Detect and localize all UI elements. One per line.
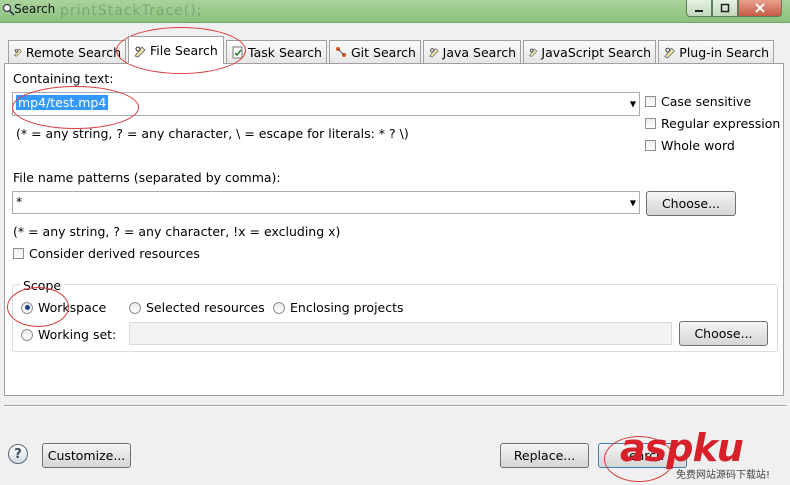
working-set-choose-button[interactable]: Choose... — [679, 321, 768, 346]
working-set-field[interactable] — [129, 322, 672, 345]
scope-enclosing-radio[interactable]: Enclosing projects — [273, 300, 404, 315]
button-label: Choose... — [694, 326, 753, 341]
tab-label: Java Search — [442, 44, 516, 60]
title-bar: Search printStackTrace(); — [0, 0, 790, 23]
button-label: Customize... — [47, 448, 126, 463]
derived-resources-checkbox[interactable]: Consider derived resources — [13, 246, 200, 261]
patterns-choose-button[interactable]: Choose... — [646, 191, 736, 216]
minimize-button[interactable] — [686, 0, 712, 17]
git-search-icon — [336, 47, 346, 57]
task-search-icon — [232, 46, 243, 59]
containing-text-hint: (* = any string, ? = any character, \ = … — [16, 126, 409, 141]
tab-file-search[interactable]: File Search — [128, 36, 224, 64]
scope-working-set-radio[interactable]: Working set: — [21, 327, 116, 342]
watermark-subtitle: 免费网站源码下载站! — [676, 470, 771, 481]
radio-label: Workspace — [38, 300, 107, 315]
checkbox-label: Whole word — [661, 138, 735, 153]
radio-circle[interactable] — [129, 301, 141, 314]
button-label: Replace... — [513, 448, 576, 463]
file-patterns-combo[interactable]: * ▼ — [12, 191, 640, 214]
tab-javascript-search[interactable]: JavaScript Search — [523, 40, 656, 63]
tab-label: Plug-in Search — [679, 44, 769, 60]
checkbox-box[interactable] — [645, 96, 656, 107]
customize-button[interactable]: Customize... — [42, 443, 131, 468]
search-tabs: Remote Search File Search Task Search Gi… — [4, 36, 784, 64]
containing-text-label: Containing text: — [13, 71, 114, 86]
containing-text-value[interactable]: mp4/test.mp4 — [16, 95, 109, 110]
maximize-button[interactable] — [712, 0, 738, 17]
watermark-logo: aspku 免费网站源码下载站! — [614, 426, 790, 485]
replace-button[interactable]: Replace... — [500, 443, 589, 468]
close-icon — [755, 3, 765, 13]
tab-remote-search[interactable]: Remote Search — [8, 40, 126, 63]
scope-workspace-radio[interactable]: Workspace — [21, 300, 106, 315]
radio-circle[interactable] — [273, 301, 285, 314]
window-title: Search — [14, 2, 56, 16]
close-button[interactable] — [738, 0, 782, 17]
dropdown-arrow-icon[interactable]: ▼ — [630, 100, 636, 109]
tab-plugin-search[interactable]: Plug-in Search — [658, 40, 774, 63]
whole-word-checkbox[interactable]: Whole word — [645, 138, 735, 153]
minimize-icon — [695, 10, 703, 12]
tab-java-search[interactable]: Java Search — [423, 40, 521, 63]
tab-label: JavaScript Search — [541, 44, 651, 60]
checkbox-box[interactable] — [13, 248, 24, 259]
radio-circle[interactable] — [21, 301, 33, 314]
help-icon: ? — [14, 446, 22, 462]
file-patterns-value[interactable]: * — [16, 194, 22, 209]
file-patterns-hint: (* = any string, ? = any character, !x =… — [13, 224, 341, 239]
tab-git-search[interactable]: Git Search — [329, 40, 421, 63]
background-ghost-text: printStackTrace(); — [60, 3, 203, 19]
checkbox-label: Regular expression — [661, 116, 781, 131]
scope-selected-radio[interactable]: Selected resources — [129, 300, 265, 315]
checkbox-box[interactable] — [645, 118, 656, 129]
window-controls — [686, 0, 782, 17]
tab-label: Git Search — [351, 44, 416, 60]
file-patterns-label: File name patterns (separated by comma): — [13, 170, 281, 185]
maximize-icon — [720, 3, 730, 13]
footer-separator — [4, 405, 786, 407]
java-search-icon — [428, 48, 439, 58]
dropdown-arrow-icon[interactable]: ▼ — [630, 198, 636, 207]
tab-label: Task Search — [248, 44, 322, 60]
watermark-brand: aspku — [620, 426, 744, 470]
tab-task-search[interactable]: Task Search — [226, 40, 327, 63]
containing-text-combo[interactable]: mp4/test.mp4 ▼ — [12, 92, 640, 116]
tab-label: Remote Search — [25, 44, 121, 60]
checkbox-label: Case sensitive — [661, 94, 752, 109]
plugin-search-icon — [664, 47, 676, 59]
button-label: Choose... — [661, 196, 721, 211]
radio-label: Enclosing projects — [290, 300, 404, 315]
radio-circle[interactable] — [21, 328, 33, 341]
radio-label: Selected resources — [146, 300, 265, 315]
checkbox-label: Consider derived resources — [29, 246, 200, 261]
radio-label: Working set: — [38, 327, 117, 342]
javascript-search-icon — [528, 48, 538, 57]
scope-title: Scope — [20, 278, 65, 293]
regex-checkbox[interactable]: Regular expression — [645, 116, 780, 131]
remote-search-icon — [13, 48, 22, 57]
help-button[interactable]: ? — [8, 444, 28, 464]
case-sensitive-checkbox[interactable]: Case sensitive — [645, 94, 751, 109]
checkbox-box[interactable] — [645, 140, 656, 151]
file-search-icon — [134, 45, 146, 58]
tab-label: File Search — [150, 43, 218, 58]
